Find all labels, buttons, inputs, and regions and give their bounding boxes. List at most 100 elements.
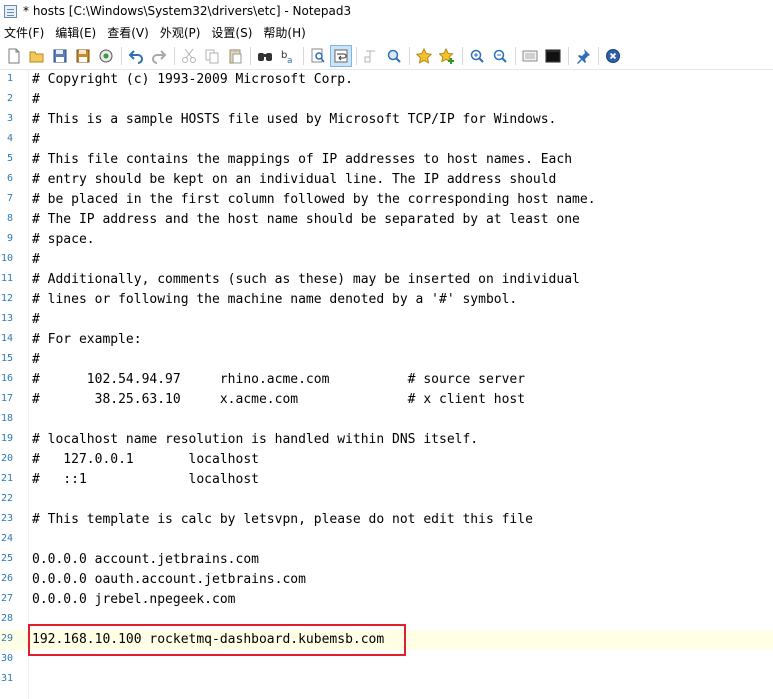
line-text[interactable]: # This is a sample HOSTS file used by Mi…: [32, 112, 556, 128]
editor-line[interactable]: 8 # The IP address and the host name shou…: [0, 210, 773, 230]
menu-help[interactable]: 帮助(H): [259, 24, 312, 41]
editor-line[interactable]: 19 # localhost name resolution is handled…: [0, 430, 773, 450]
exit-button[interactable]: [602, 45, 624, 67]
line-text[interactable]: #: [32, 252, 40, 268]
editor-line[interactable]: 22: [0, 490, 773, 510]
line-text[interactable]: # ::1 localhost: [32, 472, 259, 488]
editor-line[interactable]: 10 #: [0, 250, 773, 270]
paste-button[interactable]: [224, 45, 246, 67]
line-text[interactable]: #: [32, 92, 40, 108]
zoom-in-button[interactable]: [466, 45, 488, 67]
line-text[interactable]: # space.: [32, 232, 95, 248]
editor-line[interactable]: 16 # 102.54.94.97 rhino.acme.com # source…: [0, 370, 773, 390]
toolbar-separator: [515, 46, 516, 65]
cut-button[interactable]: [178, 45, 200, 67]
line-text[interactable]: # For example:: [32, 332, 142, 348]
browse-icon: [99, 49, 113, 62]
editor-line[interactable]: 23 # This template is calc by letsvpn, pl…: [0, 510, 773, 530]
undo-icon: [128, 49, 143, 64]
line-text[interactable]: #: [32, 132, 40, 148]
word-wrap-button[interactable]: [330, 44, 352, 67]
line-text[interactable]: # This file contains the mappings of IP …: [32, 152, 572, 168]
save-button[interactable]: [49, 45, 71, 67]
editor-line[interactable]: 12 # lines or following the machine name …: [0, 290, 773, 310]
editor-line[interactable]: 29 192.168.10.100 rocketmq-dashboard.kube…: [0, 630, 773, 650]
editor-line[interactable]: 11 # Additionally, comments (such as thes…: [0, 270, 773, 290]
editor-line[interactable]: 31: [0, 670, 773, 690]
line-text[interactable]: # The IP address and the host name shoul…: [32, 212, 580, 228]
editor-line[interactable]: 13 #: [0, 310, 773, 330]
line-text[interactable]: # Copyright (c) 1993-2009 Microsoft Corp…: [32, 72, 353, 88]
copy-button[interactable]: [201, 45, 223, 67]
editor-line[interactable]: 28: [0, 610, 773, 630]
editor-line[interactable]: 25 0.0.0.0 account.jetbrains.com: [0, 550, 773, 570]
pin-button[interactable]: [572, 45, 594, 67]
editor-line[interactable]: 15 #: [0, 350, 773, 370]
editor-line[interactable]: 9 # space.: [0, 230, 773, 250]
menu-edit[interactable]: 编辑(E): [51, 24, 103, 41]
find-button[interactable]: [254, 45, 276, 67]
favorites-button[interactable]: [413, 45, 435, 67]
open-file-button[interactable]: [26, 45, 48, 67]
undo-button[interactable]: [125, 45, 147, 67]
settings-button[interactable]: [519, 45, 541, 67]
redo-button[interactable]: [148, 45, 170, 67]
line-number: 29: [0, 633, 13, 644]
line-text[interactable]: #: [32, 312, 40, 328]
editor-line[interactable]: 6 # entry should be kept on an individual…: [0, 170, 773, 190]
menu-settings[interactable]: 设置(S): [207, 24, 259, 41]
line-text[interactable]: 0.0.0.0 jrebel.npegeek.com: [32, 592, 236, 608]
editor-line[interactable]: 27 0.0.0.0 jrebel.npegeek.com: [0, 590, 773, 610]
editor-line[interactable]: 3 # This is a sample HOSTS file used by M…: [0, 110, 773, 130]
exit-icon: [606, 48, 620, 63]
line-text[interactable]: 192.168.10.100 rocketmq-dashboard.kubems…: [32, 632, 384, 648]
browse-button[interactable]: [95, 45, 117, 67]
replace-icon: ba: [281, 50, 293, 64]
toolbar-separator: [409, 46, 410, 65]
editor-line[interactable]: 21 # ::1 localhost: [0, 470, 773, 490]
line-number: 14: [0, 333, 13, 344]
line-text[interactable]: 0.0.0.0 oauth.account.jetbrains.com: [32, 572, 306, 588]
line-text[interactable]: # 127.0.0.1 localhost: [32, 452, 259, 468]
line-text[interactable]: # Additionally, comments (such as these)…: [32, 272, 580, 288]
line-text[interactable]: # entry should be kept on an individual …: [32, 172, 556, 188]
line-text[interactable]: # lines or following the machine name de…: [32, 292, 517, 308]
menu-file[interactable]: 文件(F): [0, 24, 51, 41]
save-as-button[interactable]: [72, 45, 94, 67]
add-favorite-button[interactable]: [436, 45, 458, 67]
editor-line[interactable]: 1 # Copyright (c) 1993-2009 Microsoft Cor…: [0, 70, 773, 90]
editor-line[interactable]: 2 #: [0, 90, 773, 110]
line-text[interactable]: # This template is calc by letsvpn, plea…: [32, 512, 533, 528]
editor-line[interactable]: 4 #: [0, 130, 773, 150]
menu-view[interactable]: 查看(V): [103, 24, 156, 41]
view-whitespace-button[interactable]: [360, 45, 382, 67]
console-button[interactable]: [542, 45, 564, 67]
line-text[interactable]: 0.0.0.0 account.jetbrains.com: [32, 552, 259, 568]
zoom-out-button[interactable]: [489, 45, 511, 67]
line-text[interactable]: # 38.25.63.10 x.acme.com # x client host: [32, 392, 525, 408]
menu-appearance[interactable]: 外观(P): [156, 24, 208, 41]
editor-line[interactable]: 5 # This file contains the mappings of IP…: [0, 150, 773, 170]
editor-line[interactable]: 30: [0, 650, 773, 670]
line-text[interactable]: # be placed in the first column followed…: [32, 192, 596, 208]
editor-line[interactable]: 20 # 127.0.0.1 localhost: [0, 450, 773, 470]
zoom-button[interactable]: [383, 45, 405, 67]
text-editor[interactable]: 1 # Copyright (c) 1993-2009 Microsoft Cor…: [0, 70, 773, 699]
zoom-find-button[interactable]: [307, 45, 329, 67]
editor-line[interactable]: 7 # be placed in the first column followe…: [0, 190, 773, 210]
line-number: 12: [0, 293, 13, 304]
new-file-button[interactable]: [3, 45, 25, 67]
line-text[interactable]: # localhost name resolution is handled w…: [32, 432, 478, 448]
paste-icon: [229, 48, 242, 63]
editor-line[interactable]: 24: [0, 530, 773, 550]
line-text[interactable]: #: [32, 352, 40, 368]
editor-line[interactable]: 18: [0, 410, 773, 430]
editor-line[interactable]: 17 # 38.25.63.10 x.acme.com # x client ho…: [0, 390, 773, 410]
line-text[interactable]: # 102.54.94.97 rhino.acme.com # source s…: [32, 372, 525, 388]
replace-button[interactable]: ba: [277, 45, 299, 67]
line-number: 24: [0, 533, 13, 544]
toolbar-separator: [121, 46, 122, 65]
editor-line[interactable]: 14 # For example:: [0, 330, 773, 350]
editor-line[interactable]: 26 0.0.0.0 oauth.account.jetbrains.com: [0, 570, 773, 590]
line-number: 1: [6, 73, 13, 84]
